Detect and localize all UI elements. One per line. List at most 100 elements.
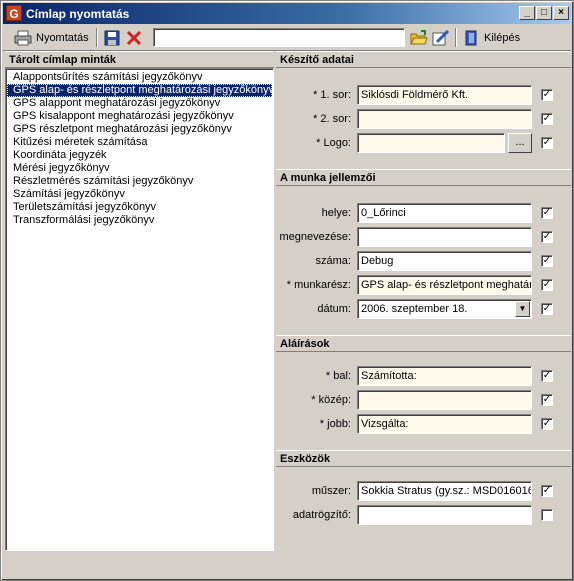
chevron-down-icon: ▼ xyxy=(518,304,527,313)
print-label: Nyomtatás xyxy=(36,32,89,44)
work-name-checkbox[interactable]: ✓ xyxy=(541,231,553,243)
creator-row-1-checkbox[interactable]: ✓ xyxy=(541,89,553,101)
exit-door-icon xyxy=(465,30,477,46)
date-dropdown-button[interactable]: ▼ xyxy=(515,301,530,317)
instrument-input[interactable]: Sokkia Stratus (gy.sz.: MSD016016 xyxy=(357,481,532,501)
toolbar-separator xyxy=(455,28,457,47)
work-section-header: A munka jellemzői xyxy=(276,169,571,186)
templates-listbox[interactable]: Alappontsűrítés számítási jegyzőkönyv GPS… xyxy=(5,68,274,551)
date-picker[interactable]: 2006. szeptember 18. ▼ xyxy=(357,299,532,319)
creator-section: * 1. sor: Siklósdi Földmérő Kft. ✓ * 2. … xyxy=(276,69,571,169)
save-button[interactable] xyxy=(101,27,123,49)
creator-logo-row: * Logo: ... ✓ xyxy=(276,132,571,154)
work-number-label: száma: xyxy=(315,255,351,267)
work-name-input[interactable] xyxy=(357,227,532,247)
location-label: helye: xyxy=(321,207,351,219)
work-date-row: dátum: 2006. szeptember 18. ▼ ✓ xyxy=(276,298,571,320)
work-part-checkbox[interactable]: ✓ xyxy=(541,279,553,291)
edit-pencil-icon xyxy=(432,30,450,46)
signature-left-checkbox[interactable]: ✓ xyxy=(541,370,553,382)
work-part-input[interactable]: GPS alap- és részletpont meghatáro xyxy=(357,275,532,295)
details-panel: Készítő adatai * 1. sor: Siklósdi Földmé… xyxy=(276,51,571,551)
stored-templates-header: Tárolt címlap minták xyxy=(5,51,274,68)
template-list-item[interactable]: Számítási jegyzőkönyv xyxy=(7,188,272,201)
template-list-item[interactable]: GPS alappont meghatározási jegyzőkönyv xyxy=(7,97,272,110)
signatures-section-header: Aláírások xyxy=(276,335,571,352)
signature-left-row: * bal: Számította: ✓ xyxy=(276,365,571,387)
creator-row-2-checkbox[interactable]: ✓ xyxy=(541,113,553,125)
logo-browse-button[interactable]: ... xyxy=(508,133,532,153)
print-button[interactable]: Nyomtatás xyxy=(11,27,92,49)
work-name-row: megnevezése: ✓ xyxy=(276,226,571,248)
date-checkbox[interactable]: ✓ xyxy=(541,303,553,315)
signature-middle-input[interactable] xyxy=(357,390,532,410)
signature-right-checkbox[interactable]: ✓ xyxy=(541,418,553,430)
template-list-item[interactable]: Részletmérés számítási jegyzőkönyv xyxy=(7,175,272,188)
minimize-button[interactable]: _ xyxy=(519,6,535,20)
instrument-row: műszer: Sokkia Stratus (gy.sz.: MSD01601… xyxy=(276,480,571,502)
template-list-item[interactable]: Koordináta jegyzék xyxy=(7,149,272,162)
main-window: G Címlap nyomtatás _ □ × Nyomtatás Kilép… xyxy=(0,0,574,581)
signatures-section: * bal: Számította: ✓ * közép: ✓ * jobb: … xyxy=(276,353,571,449)
data-logger-row: adatrögzítő: xyxy=(276,504,571,526)
template-list-item[interactable]: GPS alap- és részletpont meghatározási j… xyxy=(7,84,274,97)
toolbar-separator xyxy=(96,28,98,47)
creator-row-2: * 2. sor: ✓ xyxy=(276,108,571,130)
template-name-input[interactable] xyxy=(153,28,405,47)
location-checkbox[interactable]: ✓ xyxy=(541,207,553,219)
creator-row-1-input[interactable]: Siklósdi Földmérő Kft. xyxy=(357,85,532,105)
delete-button[interactable] xyxy=(123,27,145,49)
signature-middle-checkbox[interactable]: ✓ xyxy=(541,394,553,406)
template-list-item[interactable]: Területszámítási jegyzőkönyv xyxy=(7,201,272,214)
signature-middle-label: * közép: xyxy=(311,394,351,406)
template-list-item[interactable]: Mérési jegyzőkönyv xyxy=(7,162,272,175)
work-number-input[interactable]: Debug xyxy=(357,251,532,271)
creator-section-header: Készítő adatai xyxy=(276,51,571,68)
logo-input[interactable] xyxy=(357,133,505,153)
data-logger-checkbox[interactable] xyxy=(541,509,553,521)
signature-right-label: * jobb: xyxy=(319,418,351,430)
toolbar: Nyomtatás Kilépés xyxy=(3,25,571,51)
date-label: dátum: xyxy=(317,303,351,315)
open-folder-button[interactable] xyxy=(407,27,431,49)
creator-row-1-label: * 1. sor: xyxy=(313,89,351,101)
edit-button[interactable] xyxy=(429,27,453,49)
template-list-item[interactable]: Kitűzési méretek számítása xyxy=(7,136,272,149)
maximize-button[interactable]: □ xyxy=(536,6,552,20)
app-logo-icon: G xyxy=(6,5,22,21)
signature-middle-row: * közép: ✓ xyxy=(276,389,571,411)
template-list-item[interactable]: Transzformálási jegyzőkönyv xyxy=(7,214,272,227)
instrument-label: műszer: xyxy=(311,485,351,497)
work-part-row: * munkarész: GPS alap- és részletpont me… xyxy=(276,274,571,296)
stored-templates-panel: Tárolt címlap minták Alappontsűrítés szá… xyxy=(5,51,274,551)
signature-left-input[interactable]: Számította: xyxy=(357,366,532,386)
logo-checkbox[interactable]: ✓ xyxy=(541,137,553,149)
data-logger-label: adatrögzítő: xyxy=(292,509,351,521)
location-input[interactable]: 0_Lőrinci xyxy=(357,203,532,223)
logo-label: * Logo: xyxy=(316,137,351,149)
template-list-item[interactable]: Alappontsűrítés számítási jegyzőkönyv xyxy=(7,71,272,84)
tools-section-header: Eszközök xyxy=(276,450,571,467)
work-number-checkbox[interactable]: ✓ xyxy=(541,255,553,267)
signature-right-input[interactable]: Vizsgálta: xyxy=(357,414,532,434)
signature-left-label: * bal: xyxy=(325,370,351,382)
work-section: helye: 0_Lőrinci ✓ megnevezése: ✓ száma:… xyxy=(276,187,571,333)
data-logger-input[interactable] xyxy=(357,505,532,525)
close-button[interactable]: × xyxy=(553,6,569,20)
instrument-checkbox[interactable]: ✓ xyxy=(541,485,553,497)
template-list-item[interactable]: GPS kisalappont meghatározási jegyzőköny… xyxy=(7,110,272,123)
printer-icon xyxy=(14,30,32,46)
save-icon xyxy=(104,30,120,46)
work-location-row: helye: 0_Lőrinci ✓ xyxy=(276,202,571,224)
exit-button[interactable]: Kilépés xyxy=(461,27,523,49)
work-number-row: száma: Debug ✓ xyxy=(276,250,571,272)
title-bar[interactable]: G Címlap nyomtatás _ □ × xyxy=(3,3,571,24)
open-folder-icon xyxy=(410,30,428,45)
tools-section: műszer: Sokkia Stratus (gy.sz.: MSD01601… xyxy=(276,468,571,548)
window-title: Címlap nyomtatás xyxy=(26,7,130,21)
template-list-item[interactable]: GPS részletpont meghatározási jegyzőköny… xyxy=(7,123,272,136)
work-name-label: megnevezése: xyxy=(279,231,351,243)
signature-right-row: * jobb: Vizsgálta: ✓ xyxy=(276,413,571,435)
creator-row-2-input[interactable] xyxy=(357,109,532,129)
delete-x-icon xyxy=(126,30,142,46)
